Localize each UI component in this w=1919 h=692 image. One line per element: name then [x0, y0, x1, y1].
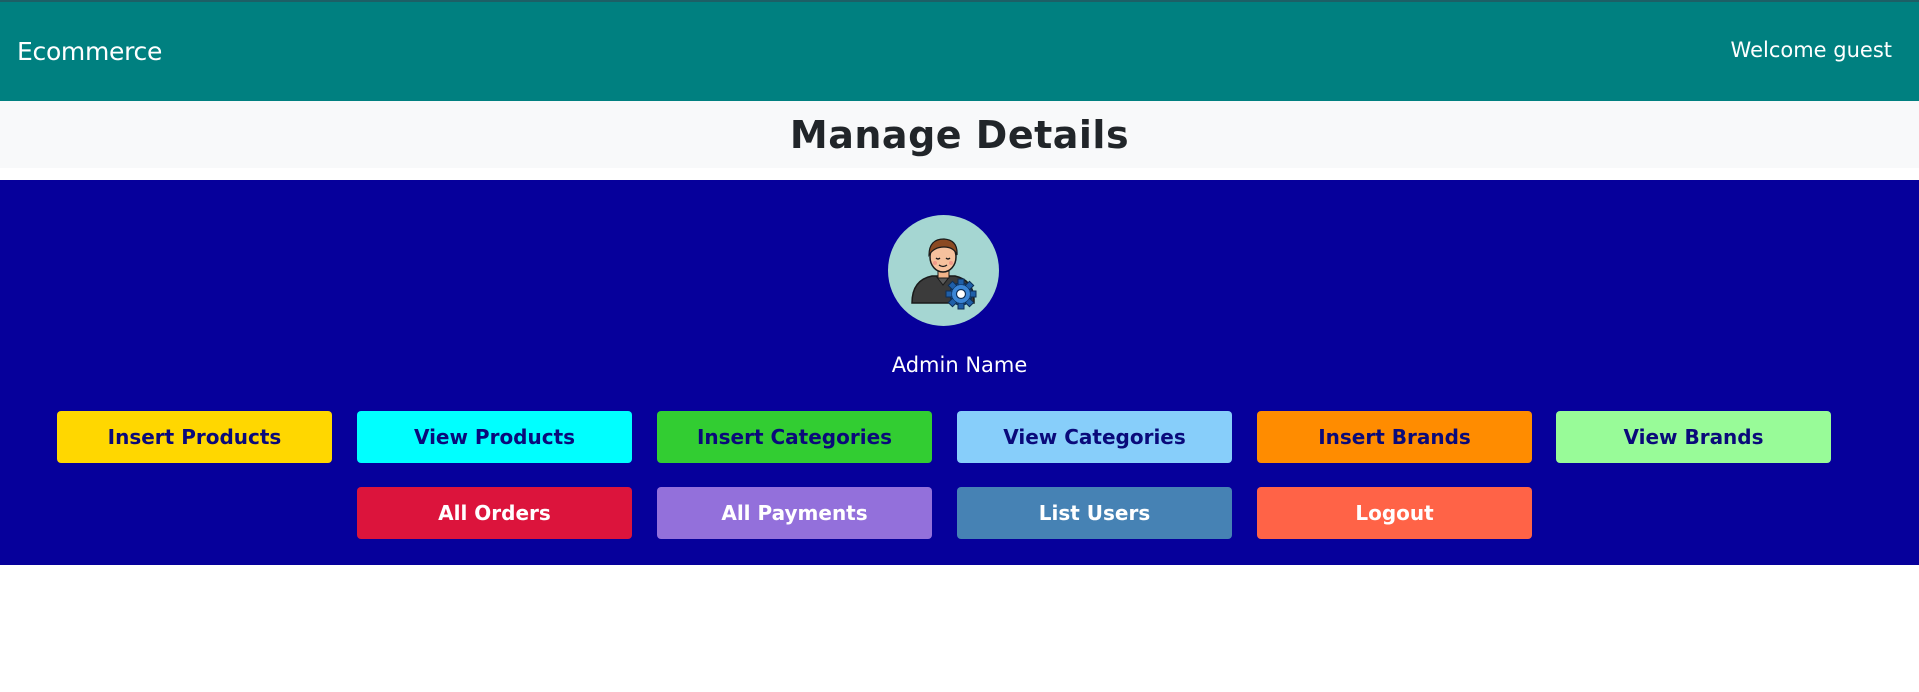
all-payments-button[interactable]: All Payments: [657, 487, 932, 539]
view-brands-button[interactable]: View Brands: [1556, 411, 1831, 463]
insert-brands-button[interactable]: Insert Brands: [1257, 411, 1532, 463]
view-categories-button[interactable]: View Categories: [957, 411, 1232, 463]
spacer: [0, 168, 1919, 180]
admin-settings-icon: [888, 215, 999, 326]
navbar: Ecommerce Welcome guest: [0, 0, 1919, 101]
list-users-button[interactable]: List Users: [957, 487, 1232, 539]
admin-name: Admin Name: [891, 353, 1028, 377]
title-bar: Manage Details: [0, 101, 1919, 168]
page-title: Manage Details: [789, 112, 1130, 157]
insert-products-button[interactable]: Insert Products: [57, 411, 332, 463]
view-products-button[interactable]: View Products: [357, 411, 632, 463]
logout-button[interactable]: Logout: [1257, 487, 1532, 539]
admin-panel: Admin Name Insert Products View Products…: [0, 180, 1919, 565]
brand-link[interactable]: Ecommerce: [17, 37, 162, 66]
insert-categories-button[interactable]: Insert Categories: [657, 411, 932, 463]
all-orders-button[interactable]: All Orders: [357, 487, 632, 539]
welcome-text: Welcome guest: [1730, 37, 1892, 62]
